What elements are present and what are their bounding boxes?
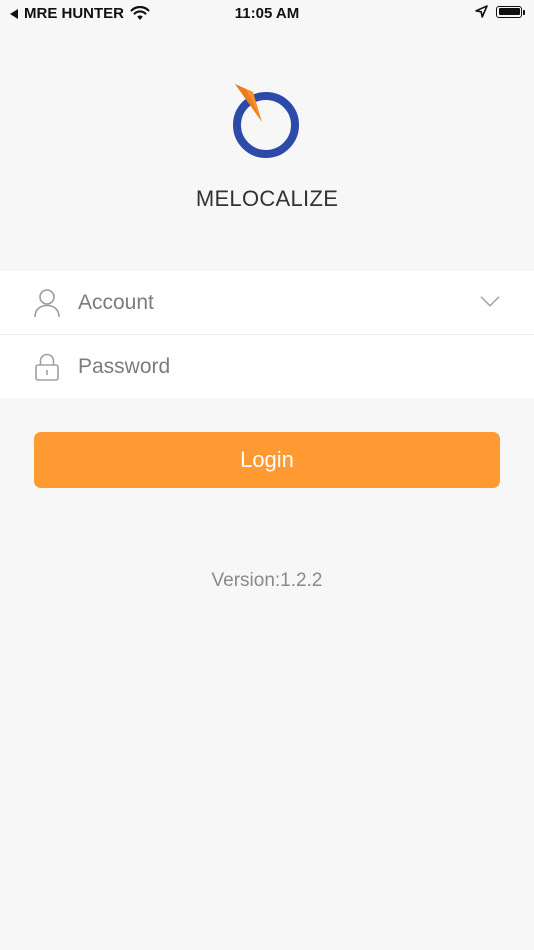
- chevron-down-icon[interactable]: [480, 295, 500, 307]
- app-logo: [233, 84, 299, 158]
- version-label: Version:1.2.2: [211, 570, 323, 591]
- logo-ring: [233, 92, 299, 158]
- location-arrow-icon: [475, 5, 488, 18]
- app-name: MELOCALIZE: [195, 186, 339, 211]
- password-input[interactable]: [78, 354, 474, 379]
- login-form: [0, 271, 534, 398]
- battery-level: [498, 8, 520, 15]
- battery-icon: [496, 5, 525, 18]
- password-row[interactable]: [0, 334, 534, 398]
- status-time: 11:05 AM: [234, 5, 300, 22]
- account-row[interactable]: [0, 271, 534, 334]
- login-button[interactable]: Login: [34, 432, 500, 488]
- lock-icon: [35, 353, 59, 381]
- account-input[interactable]: [78, 290, 474, 315]
- user-icon: [34, 288, 60, 317]
- status-right: [475, 5, 525, 18]
- status-bar: MRE HUNTER 11:05 AM: [0, 0, 534, 28]
